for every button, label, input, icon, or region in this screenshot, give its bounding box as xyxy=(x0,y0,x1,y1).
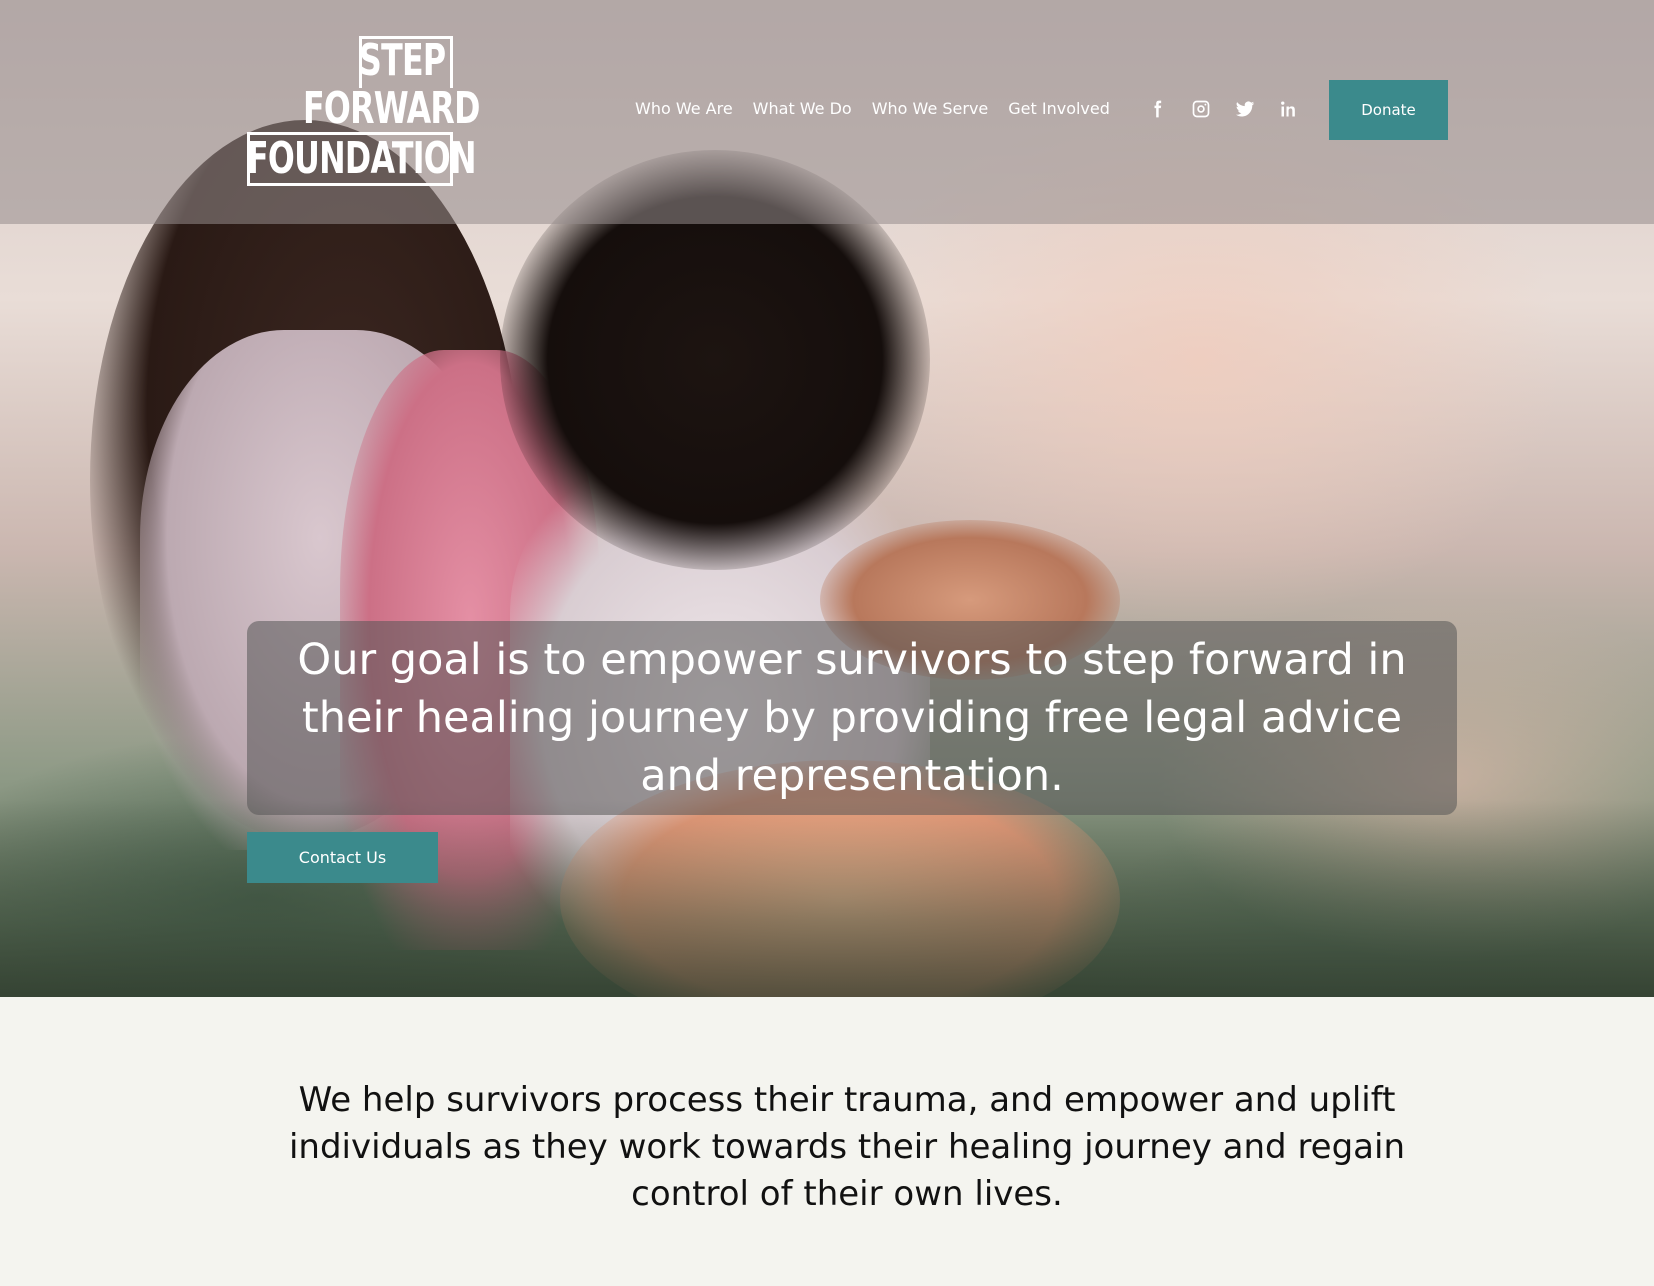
hero-headline-panel: Our goal is to empower survivors to step… xyxy=(247,621,1457,815)
instagram-icon[interactable] xyxy=(1190,97,1212,121)
nav-get-involved[interactable]: Get Involved xyxy=(1008,97,1110,121)
main-nav: Who We Are What We Do Who We Serve Get I… xyxy=(635,97,1110,121)
logo-line-foundation: FOUNDATION xyxy=(247,133,477,184)
logo-line-step: STEP xyxy=(359,35,446,86)
mission-statement: We help survivors process their trauma, … xyxy=(288,1080,1406,1214)
logo-line-forward: FORWARD xyxy=(303,83,480,134)
linkedin-icon[interactable] xyxy=(1278,97,1300,121)
social-links xyxy=(1146,97,1300,121)
site-header: STEP FORWARD FOUNDATION Who We Are What … xyxy=(0,0,1654,224)
donate-button[interactable]: Donate xyxy=(1329,80,1448,140)
facebook-icon[interactable] xyxy=(1146,97,1168,121)
site-logo[interactable]: STEP FORWARD FOUNDATION xyxy=(247,35,480,186)
hero-photo-grass xyxy=(0,800,1654,997)
hero-headline: Our goal is to empower survivors to step… xyxy=(297,635,1407,801)
nav-who-we-are[interactable]: Who We Are xyxy=(635,97,733,121)
nav-what-we-do[interactable]: What We Do xyxy=(753,97,852,121)
contact-us-button[interactable]: Contact Us xyxy=(247,832,438,883)
twitter-icon[interactable] xyxy=(1234,97,1256,121)
nav-who-we-serve[interactable]: Who We Serve xyxy=(872,97,989,121)
